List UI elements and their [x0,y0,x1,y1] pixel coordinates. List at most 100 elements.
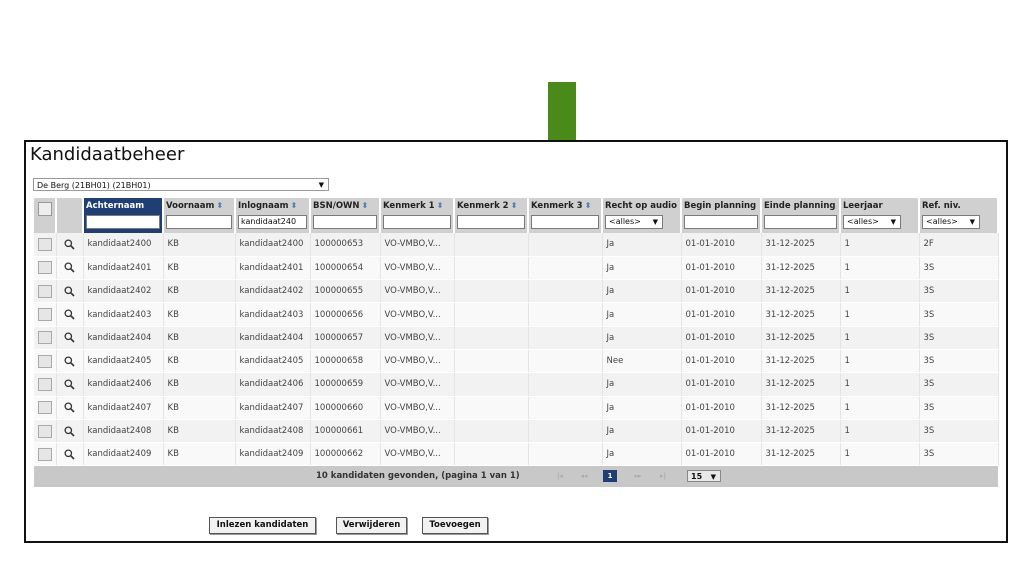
magnifier-icon[interactable] [64,309,75,320]
col-audio-label: Recht op audio [605,201,677,211]
filter-audio-select[interactable]: <alles> ▼ [605,215,663,229]
magnifier-icon[interactable] [64,262,75,274]
select-all-checkbox[interactable] [37,202,52,216]
cell-voornaam: KB [163,279,236,304]
chevron-down-icon: ▼ [710,473,716,482]
cell-begin: 01-01-2010 [681,256,762,281]
magnifier-icon[interactable] [64,286,75,297]
magnifier-icon[interactable] [64,379,75,390]
col-kenmerk1[interactable]: Kenmerk 1 ⬍ [380,198,455,233]
table-row[interactable]: kandidaat2403 KB kandidaat2403 100000656 VO-… [34,302,999,327]
filter-bsn[interactable] [313,215,377,229]
row-checkbox[interactable] [38,261,52,275]
school-select[interactable]: De Berg (21BH01) (21BH01) ▼ [33,178,329,191]
last-page-button[interactable]: ▸| [654,470,672,482]
cell-einde: 31-12-2025 [761,302,841,327]
col-inlognaam[interactable]: Inlognaam ⬍ kandidaat240 [235,198,311,233]
cell-achternaam: kandidaat2405 [83,349,164,374]
cell-audio: Ja [602,396,682,420]
col-kenmerk2[interactable]: Kenmerk 2 ⬍ [454,198,529,233]
magnifier-icon[interactable] [64,449,75,460]
col-einde-planning[interactable]: Einde planning [761,198,841,233]
filter-kenmerk1[interactable] [383,215,451,229]
cell-audio: Ja [602,233,682,257]
magnifier-icon[interactable] [64,356,75,367]
cell-bsn: 100000659 [310,372,381,397]
row-checkbox[interactable] [38,308,52,322]
table-row[interactable]: kandidaat2406 KB kandidaat2406 100000659 VO-… [34,372,999,397]
import-candidates-button[interactable]: Inlezen kandidaten [209,517,316,534]
magnifier-icon[interactable] [64,425,75,437]
filter-kenmerk3[interactable] [531,215,599,229]
col-ref-niv[interactable]: Ref. niv. <alles> ▼ [919,198,999,233]
row-view-cell [56,396,84,420]
magnifier-icon[interactable] [64,332,75,343]
filter-einde-planning[interactable] [764,215,837,229]
table-row[interactable]: kandidaat2404 KB kandidaat2404 100000657 VO-… [34,326,999,350]
table-row[interactable]: kandidaat2405 KB kandidaat2405 100000658 VO-… [34,349,999,374]
row-checkbox[interactable] [38,237,52,251]
col-audio[interactable]: Recht op audio <alles> ▼ [602,198,682,233]
row-checkbox[interactable] [38,331,52,345]
col-voornaam[interactable]: Voornaam ⬍ [163,198,236,233]
current-page-button[interactable]: 1 [603,470,617,483]
col-leerjaar[interactable]: Leerjaar <alles> ▼ [840,198,920,233]
cell-begin: 01-01-2010 [681,233,762,257]
cell-bsn: 100000660 [310,396,381,420]
filter-leerjaar-value: <alles> [847,217,879,226]
cell-achternaam: kandidaat2402 [83,279,164,304]
filter-inlognaam[interactable]: kandidaat240 [238,215,307,229]
table-row[interactable]: kandidaat2402 KB kandidaat2402 100000655 VO-… [34,279,999,304]
chevron-down-icon: ▼ [318,181,324,189]
col-achternaam[interactable]: Achternaam⬍ [83,198,164,233]
cell-bsn: 100000658 [310,349,381,374]
cell-kenmerk1: VO-VMBO,V... [380,442,455,467]
cell-begin: 01-01-2010 [681,372,762,397]
cell-bsn: 100000656 [310,302,381,327]
filter-leerjaar-select[interactable]: <alles> ▼ [843,215,901,229]
row-checkbox[interactable] [38,377,52,391]
page-size-select[interactable]: 15 ▼ [687,470,721,483]
filter-kenmerk2[interactable] [457,215,525,229]
filter-refniv-select[interactable]: <alles> ▼ [922,215,980,229]
col-bsn[interactable]: BSN/OWN ⬍ [310,198,381,233]
row-checkbox[interactable] [38,284,52,298]
row-checkbox[interactable] [38,447,52,461]
sort-icon: ⬍ [510,201,518,210]
cell-kenmerk2 [454,256,529,281]
cell-kenmerk2 [454,302,529,327]
prev-page-button[interactable]: ◂◂ [575,470,593,482]
table-row[interactable]: kandidaat2408 KB kandidaat2408 100000661 VO-… [34,419,999,444]
cell-inlognaam: kandidaat2403 [235,302,311,327]
row-checkbox[interactable] [38,354,52,368]
filter-begin-planning[interactable] [684,215,758,229]
filter-voornaam[interactable] [166,215,232,229]
table-row[interactable]: kandidaat2400 KB kandidaat2400 100000653 VO-… [34,233,999,257]
row-checkbox[interactable] [38,424,52,438]
table-row[interactable]: kandidaat2407 KB kandidaat2407 100000660 VO-… [34,396,999,420]
cell-einde: 31-12-2025 [761,256,841,281]
cell-inlognaam: kandidaat2400 [235,233,311,257]
first-page-button[interactable]: |◂ [551,470,569,482]
cell-kenmerk1: VO-VMBO,V... [380,396,455,420]
cell-kenmerk1: VO-VMBO,V... [380,349,455,374]
cell-refniv: 2F [919,233,999,257]
filter-achternaam[interactable] [86,215,160,229]
row-checkbox[interactable] [38,401,52,415]
col-kenmerk3[interactable]: Kenmerk 3 ⬍ [528,198,603,233]
cell-refniv: 3S [919,419,999,444]
row-view-cell [56,302,84,327]
magnifier-icon[interactable] [64,402,75,413]
cell-audio: Ja [602,442,682,467]
add-button[interactable]: Toevoegen [422,517,488,534]
cell-refniv: 3S [919,396,999,420]
table-row[interactable]: kandidaat2409 KB kandidaat2409 100000662 VO-… [34,442,999,467]
cell-inlognaam: kandidaat2405 [235,349,311,374]
col-begin-planning[interactable]: Begin planning [681,198,762,233]
table-row[interactable]: kandidaat2401 KB kandidaat2401 100000654 VO-… [34,256,999,281]
delete-button[interactable]: Verwijderen [336,517,407,534]
cell-inlognaam: kandidaat2404 [235,326,311,350]
header-row: Achternaam⬍ Voornaam⬍ Inlognaam⬍kandidaa… [34,198,999,233]
next-page-button[interactable]: ▸▸ [629,470,647,482]
magnifier-icon[interactable] [64,239,75,250]
